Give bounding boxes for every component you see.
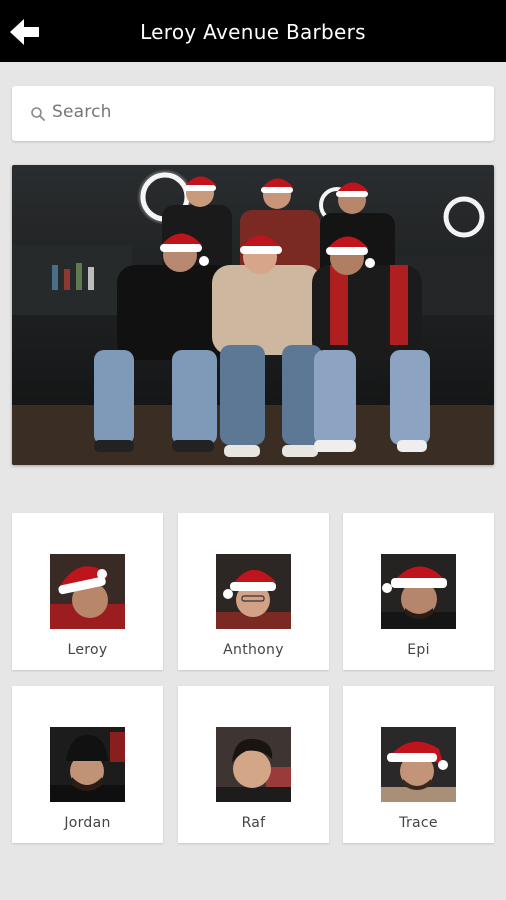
barber-name: Raf [241,815,266,831]
avatar [216,554,291,629]
barber-card-anthony[interactable]: Anthony [178,513,329,670]
avatar [216,727,291,802]
barber-name: Leroy [67,642,108,658]
avatar [381,554,456,629]
barber-card-leroy[interactable]: Leroy [12,513,163,670]
search-input[interactable]: Search [12,86,494,141]
search-icon [31,107,45,121]
barber-name: Epi [407,642,430,658]
barber-card-epi[interactable]: Epi [343,513,494,670]
barber-name: Anthony [223,642,284,658]
barber-name: Jordan [64,815,111,831]
avatar [50,727,125,802]
avatar [381,727,456,802]
barber-card-raf[interactable]: Raf [178,686,329,843]
page-title: Leroy Avenue Barbers [140,20,366,44]
search-placeholder: Search [52,102,112,122]
top-app-bar: Leroy Avenue Barbers [0,0,506,62]
barber-card-trace[interactable]: Trace [343,686,494,843]
barber-card-jordan[interactable]: Jordan [12,686,163,843]
barber-name: Trace [399,815,438,831]
hero-group-photo [12,165,494,465]
avatar [50,554,125,629]
